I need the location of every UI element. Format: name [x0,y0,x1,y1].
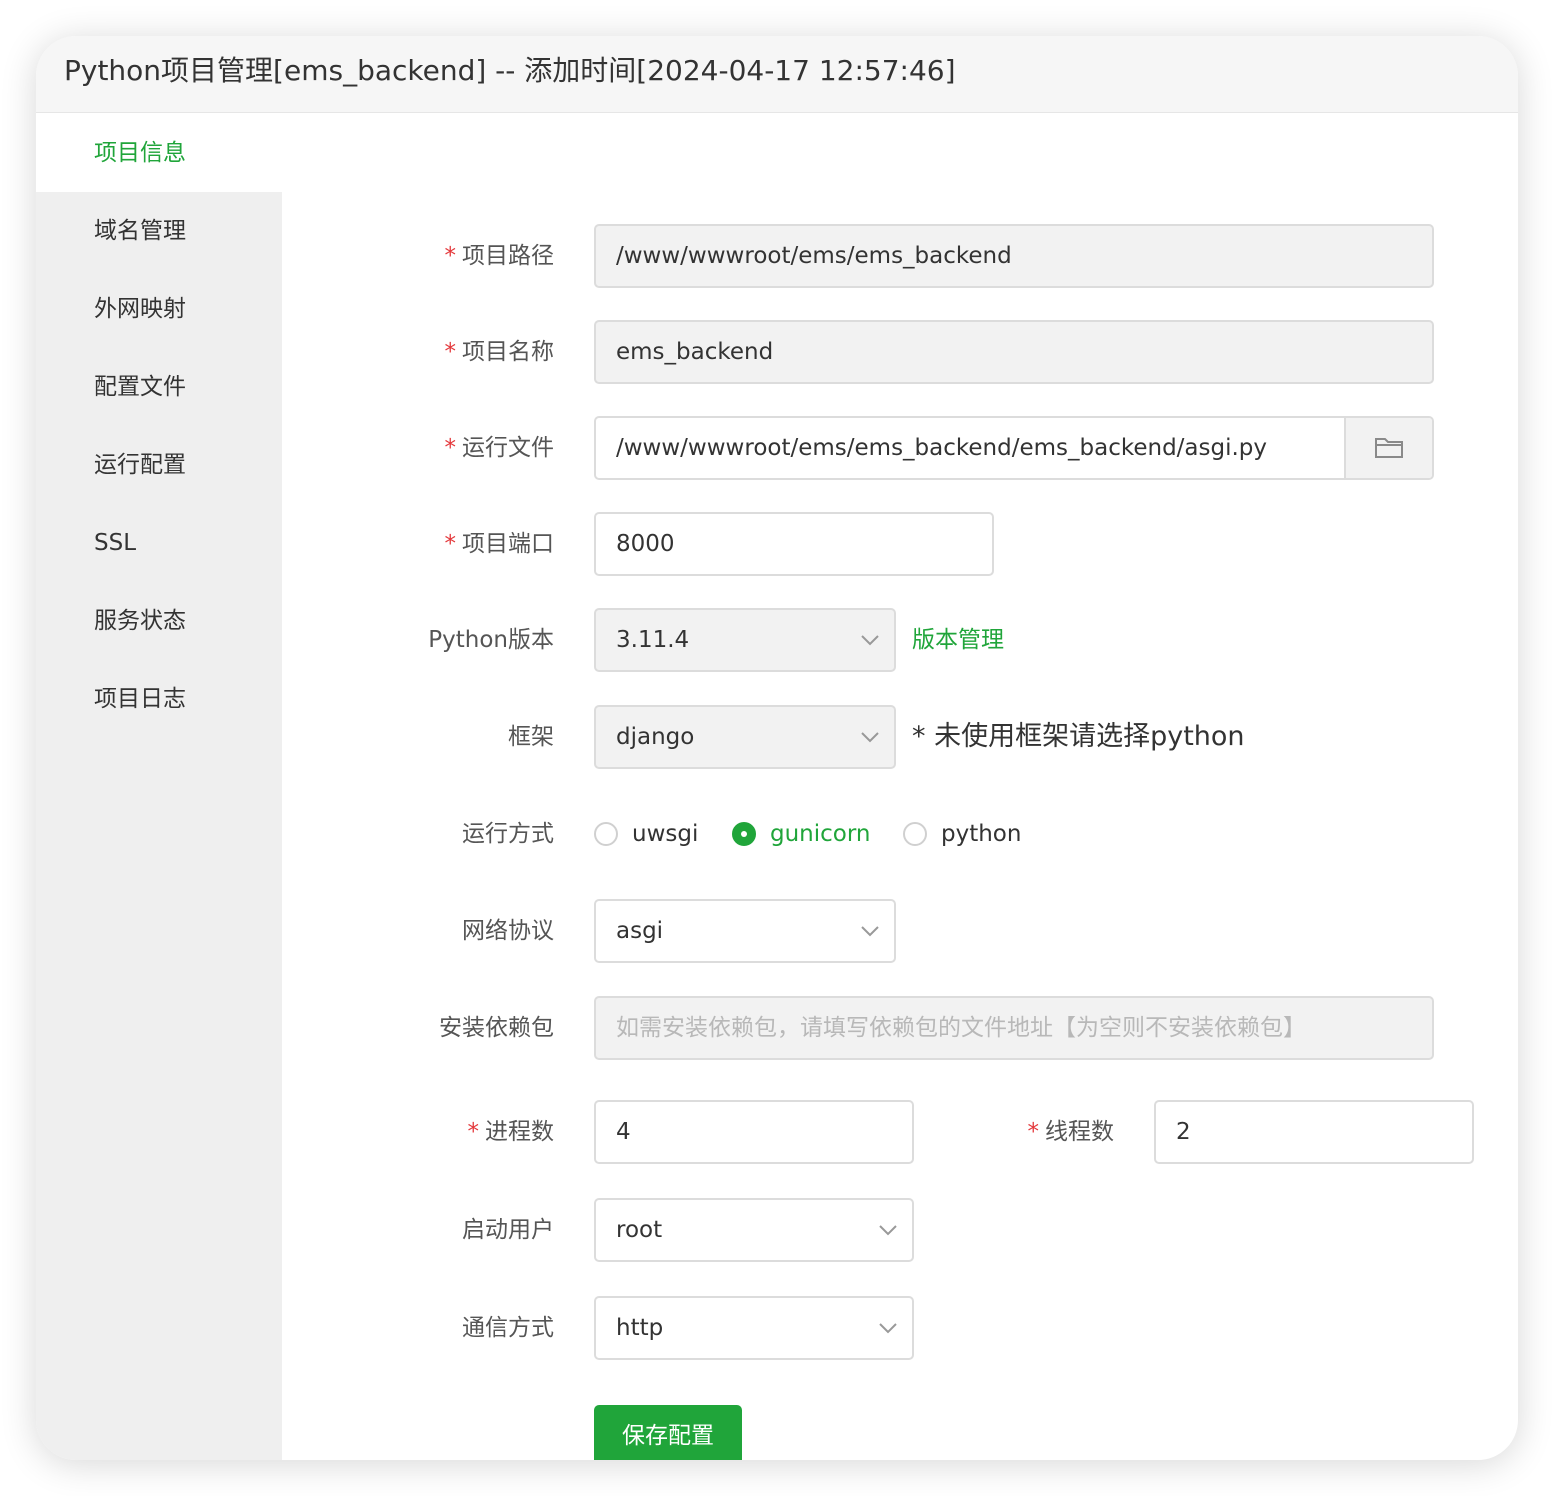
required-mark: * [1027,1119,1040,1145]
save-config-button[interactable]: 保存配置 [594,1405,742,1460]
form-panel: * 项目路径 /www/wwwroot/ems/ems_backend * 项目名称… [282,114,1518,1460]
python-version-value: 3.11.4 [616,627,690,653]
run-file-value: /www/wwwroot/ems/ems_backend/ems_backend… [616,435,1268,461]
threads-input[interactable]: 2 [1154,1100,1474,1164]
required-mark: * [444,339,457,365]
start-user-select[interactable]: root [594,1198,914,1262]
folder-icon [1375,438,1403,458]
browse-folder-button[interactable] [1344,418,1432,478]
run-mode-radio-uwsgi[interactable]: uwsgi [594,802,698,866]
run-file-label: * 运行文件 [444,435,555,461]
sidebar-item-project-log[interactable]: 项目日志 [36,660,282,738]
sidebar-item-run-config[interactable]: 运行配置 [36,426,282,504]
dialog-window: Python项目管理[ems_backend] -- 添加时间[2024-04-… [36,36,1518,1460]
chevron-down-icon [861,926,879,937]
framework-value: django [616,724,695,750]
chevron-down-icon [879,1225,897,1236]
chevron-down-icon [861,732,879,743]
run-mode-label: 运行方式 [462,821,554,847]
sidebar-item-config-file[interactable]: 配置文件 [36,348,282,426]
project-port-label: * 项目端口 [444,531,555,557]
radio-circle [903,822,927,846]
radio-circle [594,822,618,846]
required-mark: * [444,435,457,461]
install-deps-input[interactable]: 如需安装依赖包，请填写依赖包的文件地址【为空则不安装依赖包】 [594,996,1434,1060]
version-management-link[interactable]: 版本管理 [912,608,1004,672]
network-protocol-value: asgi [616,918,664,944]
threads-label: * 线程数 [1027,1119,1115,1145]
sidebar-item-domain-management[interactable]: 域名管理 [36,192,282,270]
framework-select[interactable]: django [594,705,896,769]
network-protocol-label: 网络协议 [462,918,554,944]
required-mark: * [444,243,457,269]
required-mark: * [467,1119,480,1145]
sidebar: 项目信息 域名管理 外网映射 配置文件 运行配置 SSL 服务状态 项目日志 [36,114,282,1460]
chevron-down-icon [861,635,879,646]
framework-note: * 未使用框架请选择python [912,721,1245,752]
start-user-value: root [616,1217,663,1243]
required-mark: * [444,531,457,557]
sidebar-item-service-status[interactable]: 服务状态 [36,582,282,660]
chevron-down-icon [879,1323,897,1334]
framework-label: 框架 [508,724,554,750]
radio-circle [732,822,756,846]
project-path-label: * 项目路径 [444,243,555,269]
sidebar-item-external-mapping[interactable]: 外网映射 [36,270,282,348]
run-mode-radio-python[interactable]: python [903,802,1021,866]
project-name-label: * 项目名称 [444,339,555,365]
python-version-label: Python版本 [428,627,554,653]
radio-label: python [941,821,1022,847]
project-path-input[interactable]: /www/wwwroot/ems/ems_backend [594,224,1434,288]
radio-label: gunicorn [770,821,871,847]
radio-label: uwsgi [632,821,699,847]
comm-method-select[interactable]: http [594,1296,914,1360]
network-protocol-select[interactable]: asgi [594,899,896,963]
python-version-select[interactable]: 3.11.4 [594,608,896,672]
run-mode-radio-gunicorn[interactable]: gunicorn [732,802,871,866]
project-name-input[interactable]: ems_backend [594,320,1434,384]
comm-method-label: 通信方式 [462,1315,554,1341]
sidebar-item-ssl[interactable]: SSL [36,504,282,582]
project-port-input[interactable]: 8000 [594,512,994,576]
install-deps-label: 安装依赖包 [439,1015,554,1041]
sidebar-item-project-info[interactable]: 项目信息 [36,114,282,192]
comm-method-value: http [616,1315,664,1341]
start-user-label: 启动用户 [462,1217,554,1243]
run-file-input[interactable]: /www/wwwroot/ems/ems_backend/ems_backend… [594,416,1434,480]
window-title: Python项目管理[ems_backend] -- 添加时间[2024-04-… [36,36,1518,113]
processes-label: * 进程数 [467,1119,555,1145]
